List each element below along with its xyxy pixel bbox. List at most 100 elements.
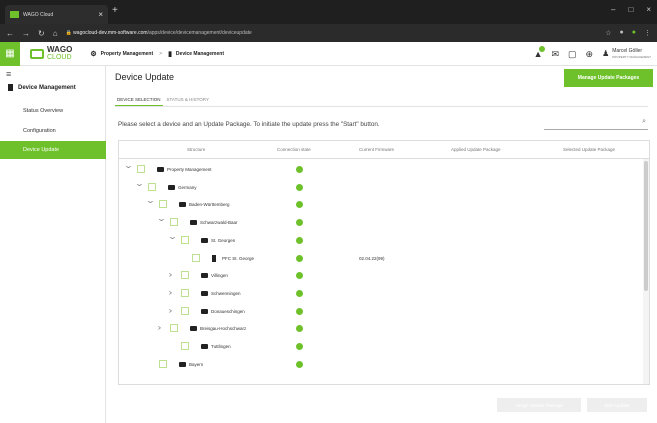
- logo-cloud-text: CLOUD: [47, 54, 72, 61]
- connection-status-dot: [296, 254, 303, 262]
- table-row[interactable]: ⌄ Germany: [119, 179, 644, 197]
- device-tree-table: Structure Connection state Current Firmw…: [118, 140, 650, 385]
- tabs: DEVICE SELECTION STATUS & HISTORY: [115, 94, 213, 106]
- connection-status-dot: [296, 325, 303, 333]
- chevron-right-icon[interactable]: ›: [168, 306, 172, 315]
- folder-icon: [179, 202, 186, 208]
- wago-logo-mark-icon: [30, 48, 44, 59]
- connection-status-dot: [296, 360, 303, 368]
- tab-device-selection[interactable]: DEVICE SELECTION: [115, 94, 163, 106]
- connection-status-dot: [296, 183, 303, 191]
- table-row[interactable]: Tuttlingen: [119, 338, 644, 356]
- user-menu[interactable]: ♟ Marcel Göller PROPERTY MANAGEMENT: [602, 48, 651, 60]
- folder-icon: [201, 237, 208, 243]
- chevron-down-icon[interactable]: ⌄: [134, 179, 144, 188]
- notifications-icon[interactable]: ▲: [534, 46, 546, 59]
- menu-dots-icon[interactable]: ⋮: [644, 29, 651, 37]
- row-checkbox[interactable]: [159, 200, 167, 209]
- minimize-icon[interactable]: –: [611, 5, 615, 14]
- device-management-icon: ▮: [168, 50, 172, 58]
- devices-icon[interactable]: ▢: [568, 49, 577, 60]
- chevron-down-icon[interactable]: ⌄: [145, 196, 155, 205]
- new-tab-icon[interactable]: +: [112, 5, 118, 16]
- hamburger-menu-icon[interactable]: ≡: [6, 69, 11, 79]
- row-checkbox[interactable]: [181, 342, 189, 350]
- table-row[interactable]: › Breisgau-Hochschwarz: [119, 320, 644, 338]
- chevron-right-icon[interactable]: ›: [157, 323, 161, 332]
- table-row[interactable]: Bayern: [119, 356, 644, 374]
- connection-status-dot: [296, 201, 303, 209]
- table-row[interactable]: › Schwenningen: [119, 285, 644, 303]
- chevron-right-icon[interactable]: ›: [168, 270, 172, 279]
- folder-icon: [157, 167, 164, 172]
- folder-icon: [190, 326, 197, 332]
- breadcrumb-device-management[interactable]: Device Management: [176, 51, 224, 57]
- row-checkbox[interactable]: [181, 271, 189, 280]
- table-scrollbar[interactable]: [643, 159, 649, 384]
- bookmark-star-icon[interactable]: ☆: [605, 29, 611, 37]
- tab-status-history[interactable]: STATUS & HISTORY: [165, 94, 211, 106]
- forward-icon[interactable]: →: [22, 29, 30, 38]
- sidebar-item-status-overview[interactable]: Status Overview: [0, 102, 106, 120]
- table-row[interactable]: PFC St. George 02.04.22(99): [119, 250, 644, 268]
- row-checkbox[interactable]: [170, 324, 178, 333]
- search-input[interactable]: ⌕: [544, 118, 648, 130]
- sidebar-item-device-update[interactable]: Device Update: [0, 141, 106, 159]
- table-row[interactable]: ⌄ Schwarzwald-Baar: [119, 214, 644, 232]
- url-field[interactable]: 🔒 wagocloud-dev.mm-software.com/apps/dev…: [66, 30, 606, 36]
- breadcrumb-property-management[interactable]: Property Management: [101, 51, 154, 57]
- close-window-icon[interactable]: ×: [646, 5, 651, 14]
- row-checkbox[interactable]: [170, 218, 178, 227]
- device-management-sidebar-icon: [8, 84, 13, 91]
- extension-icon[interactable]: ●: [620, 29, 624, 37]
- row-checkbox[interactable]: [181, 306, 189, 315]
- sidebar-item-configuration[interactable]: Configuration: [0, 122, 106, 140]
- row-checkbox[interactable]: [159, 359, 167, 368]
- controller-icon: [212, 254, 216, 262]
- column-header-structure: Structure: [187, 147, 206, 152]
- logo-wago-text: WAGO: [47, 45, 73, 54]
- assign-update-package-button[interactable]: Assign Update Package: [497, 398, 581, 412]
- globe-icon[interactable]: ⊕: [586, 49, 594, 60]
- address-bar: ← → ↻ ⌂ 🔒 wagocloud-dev.mm-software.com/…: [0, 24, 657, 42]
- close-tab-icon[interactable]: ×: [98, 10, 103, 19]
- tab-divider: [115, 106, 648, 107]
- table-row[interactable]: › Villingen: [119, 267, 644, 285]
- home-icon[interactable]: ⌂: [53, 29, 58, 38]
- scrollbar-thumb[interactable]: [644, 161, 648, 291]
- row-checkbox[interactable]: [192, 253, 200, 262]
- start-update-button[interactable]: Start Update: [587, 398, 647, 412]
- folder-icon: [201, 273, 208, 279]
- row-checkbox[interactable]: [148, 182, 156, 191]
- chevron-down-icon[interactable]: ⌄: [156, 214, 166, 223]
- row-name: Property Management: [167, 167, 212, 172]
- manage-update-packages-button[interactable]: Manage Update Packages: [564, 69, 653, 87]
- app-grid-icon[interactable]: ▦: [0, 41, 20, 66]
- connection-status-dot: [296, 236, 303, 244]
- table-row[interactable]: › Donaueschingen: [119, 303, 644, 321]
- browser-tab[interactable]: WAGO Cloud ×: [5, 5, 108, 24]
- breadcrumb-separator: >: [159, 50, 163, 57]
- row-checkbox[interactable]: [137, 165, 145, 173]
- maximize-icon[interactable]: □: [628, 5, 633, 14]
- search-icon[interactable]: ⌕: [642, 118, 646, 126]
- messages-icon[interactable]: ✉: [551, 49, 559, 60]
- back-icon[interactable]: ←: [6, 29, 14, 38]
- chevron-down-icon[interactable]: ⌄: [123, 161, 133, 170]
- property-icon: ⚙: [90, 50, 97, 58]
- chevron-right-icon[interactable]: ›: [168, 288, 172, 297]
- table-row[interactable]: ⌄ Property Management: [119, 161, 644, 179]
- connection-status-dot: [296, 219, 303, 227]
- row-checkbox[interactable]: [181, 288, 189, 297]
- table-row[interactable]: ⌄ St. Georgen: [119, 232, 644, 250]
- folder-icon: [168, 184, 175, 190]
- wago-cloud-logo[interactable]: WAGO CLOUD: [30, 46, 72, 61]
- row-checkbox[interactable]: [181, 235, 189, 244]
- row-name: Breisgau-Hochschwarz: [200, 326, 247, 332]
- extension-green-icon[interactable]: ●: [632, 29, 636, 37]
- table-row[interactable]: ⌄ Baden-Württemberg: [119, 196, 644, 214]
- folder-icon: [201, 308, 208, 314]
- row-name: Germany: [178, 184, 197, 190]
- reload-icon[interactable]: ↻: [38, 29, 45, 38]
- chevron-down-icon[interactable]: ⌄: [167, 232, 177, 241]
